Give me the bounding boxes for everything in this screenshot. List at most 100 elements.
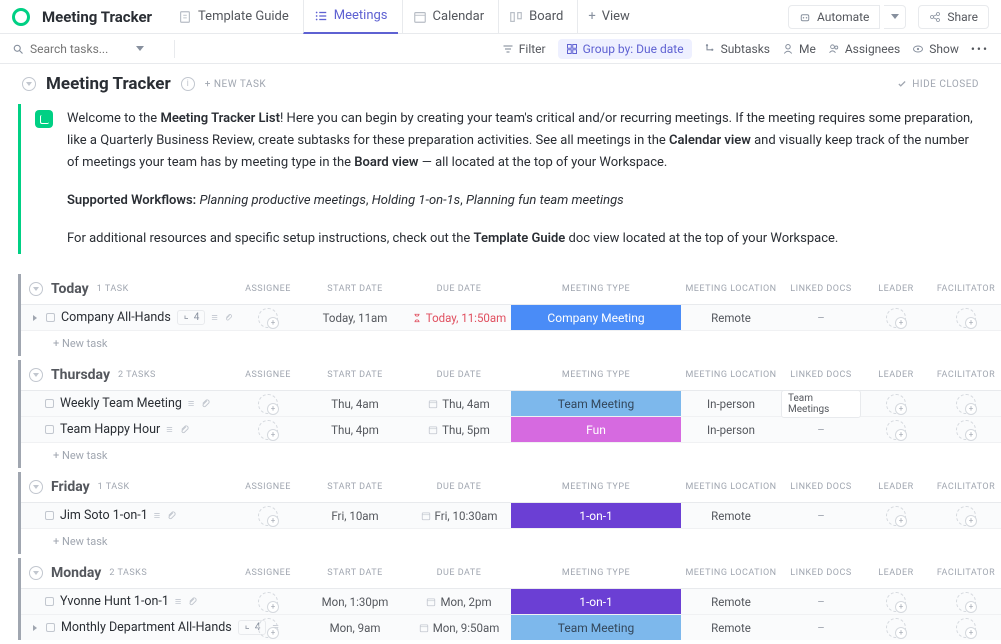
new-task-button[interactable]: + NEW TASK (205, 79, 266, 90)
leader-avatar[interactable] (886, 618, 906, 638)
due-date[interactable]: Today, 11:50am (407, 311, 511, 325)
due-date[interactable]: Mon, 2pm (407, 595, 511, 609)
collapse-toggle[interactable] (22, 77, 36, 91)
task-row[interactable]: Monthly Department All-Hands 4 ≡ Mon, 9a… (21, 614, 1001, 640)
status-checkbox[interactable] (46, 313, 55, 322)
start-date[interactable]: Fri, 10am (303, 509, 407, 523)
start-date[interactable]: Mon, 1:30pm (303, 595, 407, 609)
location[interactable]: Remote (681, 311, 781, 325)
expand-caret[interactable] (33, 625, 40, 631)
start-date[interactable]: Mon, 9am (303, 621, 407, 635)
collapse-toggle[interactable] (29, 480, 43, 494)
new-task-row[interactable]: + New task (21, 442, 1001, 468)
description-icon[interactable]: ≡ (154, 509, 160, 522)
linked-docs[interactable]: – (781, 595, 861, 609)
location[interactable]: Remote (681, 509, 781, 523)
task-row[interactable]: Company All-Hands 4 ≡ Today, 11am Today,… (21, 304, 1001, 330)
new-task-row[interactable]: + New task (21, 528, 1001, 554)
status-checkbox[interactable] (45, 425, 54, 434)
new-task-row[interactable]: + New task (21, 330, 1001, 356)
description-icon[interactable]: ≡ (211, 311, 217, 324)
automate-dropdown[interactable] (884, 5, 906, 29)
more-button[interactable]: ••• (971, 42, 989, 56)
info-icon[interactable]: i (181, 77, 195, 91)
location[interactable]: Remote (681, 595, 781, 609)
linked-docs[interactable]: – (781, 509, 861, 523)
subtasks-button[interactable]: Subtasks (704, 42, 770, 56)
tab-board[interactable]: Board (498, 0, 573, 34)
description-icon[interactable]: ≡ (175, 595, 181, 608)
meeting-type-chip[interactable]: 1-on-1 (511, 589, 681, 614)
automate-button[interactable]: Automate (788, 5, 880, 29)
facilitator-avatar[interactable] (956, 308, 976, 328)
description-icon[interactable]: ≡ (166, 423, 172, 436)
start-date[interactable]: Today, 11am (303, 311, 407, 325)
linked-docs[interactable]: – (781, 423, 861, 437)
status-checkbox[interactable] (45, 399, 54, 408)
attachment-icon[interactable] (179, 424, 190, 435)
status-checkbox[interactable] (46, 623, 55, 632)
show-button[interactable]: Show (912, 42, 959, 56)
tab-calendar[interactable]: Calendar (402, 0, 495, 34)
leader-avatar[interactable] (886, 394, 906, 414)
linked-docs[interactable]: – (781, 311, 861, 325)
meeting-type-chip[interactable]: Company Meeting (511, 305, 681, 330)
collapse-toggle[interactable] (29, 368, 43, 382)
location[interactable]: In-person (681, 397, 781, 411)
expand-caret[interactable] (33, 315, 40, 321)
assignee-avatar[interactable] (258, 592, 278, 612)
facilitator-avatar[interactable] (956, 506, 976, 526)
search-input[interactable] (30, 42, 130, 56)
facilitator-avatar[interactable] (956, 592, 976, 612)
assignees-button[interactable]: Assignees (828, 42, 900, 56)
subtask-badge[interactable]: 4 (177, 310, 206, 325)
tab-template-guide[interactable]: Template Guide (168, 0, 299, 34)
group-by-button[interactable]: Group by: Due date (558, 39, 692, 59)
attachment-icon[interactable] (224, 312, 233, 323)
leader-avatar[interactable] (886, 420, 906, 440)
collapse-toggle[interactable] (29, 282, 43, 296)
facilitator-avatar[interactable] (956, 618, 976, 638)
location[interactable]: Remote (681, 621, 781, 635)
attachment-icon[interactable] (187, 596, 198, 607)
attachment-icon[interactable] (200, 398, 211, 409)
tab-meetings[interactable]: Meetings (303, 0, 398, 34)
start-date[interactable]: Thu, 4am (303, 397, 407, 411)
hide-closed-toggle[interactable]: HIDE CLOSED (897, 79, 979, 90)
task-row[interactable]: Yvonne Hunt 1-on-1 ≡ Mon, 1:30pm Mon, 2p… (21, 588, 1001, 614)
task-row[interactable]: Team Happy Hour ≡ Thu, 4pm Thu, 5pm Fun … (21, 416, 1001, 442)
leader-avatar[interactable] (886, 506, 906, 526)
meeting-type-chip[interactable]: Fun (511, 417, 681, 442)
assignee-avatar[interactable] (258, 506, 278, 526)
linked-docs[interactable]: – (781, 621, 861, 635)
facilitator-avatar[interactable] (956, 394, 976, 414)
attachment-icon[interactable] (166, 510, 177, 521)
location[interactable]: In-person (681, 423, 781, 437)
description-icon[interactable]: ≡ (188, 397, 194, 410)
linked-docs[interactable]: Team Meetings (781, 390, 861, 418)
me-button[interactable]: Me (782, 42, 816, 56)
facilitator-avatar[interactable] (956, 420, 976, 440)
due-date[interactable]: Thu, 5pm (407, 423, 511, 437)
status-checkbox[interactable] (45, 511, 54, 520)
due-date[interactable]: Mon, 9:50am (407, 621, 511, 635)
share-button[interactable]: Share (918, 5, 989, 29)
start-date[interactable]: Thu, 4pm (303, 423, 407, 437)
assignee-avatar[interactable] (258, 308, 278, 328)
leader-avatar[interactable] (886, 308, 906, 328)
assignee-avatar[interactable] (258, 394, 278, 414)
meeting-type-chip[interactable]: 1-on-1 (511, 503, 681, 528)
due-date[interactable]: Fri, 10:30am (407, 509, 511, 523)
assignee-avatar[interactable] (258, 420, 278, 440)
meeting-type-chip[interactable]: Team Meeting (511, 615, 681, 640)
assignee-avatar[interactable] (258, 618, 278, 638)
due-date[interactable]: Thu, 4am (407, 397, 511, 411)
status-checkbox[interactable] (45, 597, 54, 606)
task-row[interactable]: Jim Soto 1-on-1 ≡ Fri, 10am Fri, 10:30am… (21, 502, 1001, 528)
leader-avatar[interactable] (886, 592, 906, 612)
search-wrap[interactable] (12, 42, 162, 56)
task-row[interactable]: Weekly Team Meeting ≡ Thu, 4am Thu, 4am … (21, 390, 1001, 416)
tab-add-view[interactable]: + View (577, 0, 640, 34)
filter-button[interactable]: Filter (502, 42, 546, 56)
meeting-type-chip[interactable]: Team Meeting (511, 391, 681, 416)
